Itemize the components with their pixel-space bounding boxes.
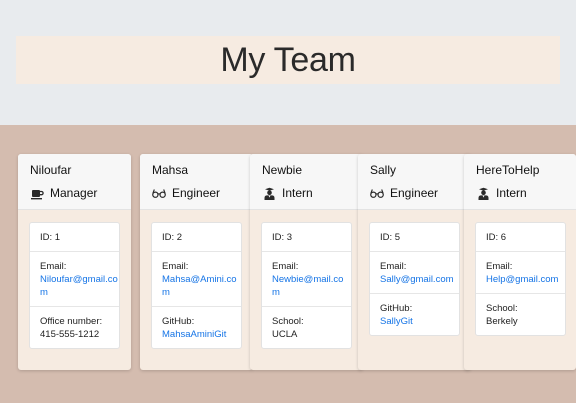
school-label: School:: [272, 316, 304, 327]
employee-role: Intern: [476, 184, 576, 202]
employee-details: ID: 6 Email: Help@gmail.com School: Berk…: [475, 222, 566, 336]
github-link[interactable]: SallyGit: [380, 316, 413, 327]
employee-details: ID: 5 Email: Sally@gmail.com GitHub: Sal…: [369, 222, 460, 336]
office-number: Office number: 415-555-1212: [30, 306, 119, 348]
card-header: Mahsa Engineer: [140, 154, 253, 210]
employee-details: ID: 3 Email: Newbie@mail.com School: UCL…: [261, 222, 352, 349]
employee-role: Engineer: [370, 184, 471, 202]
student-icon: [476, 186, 490, 200]
github: GitHub: MahsaAminiGit: [152, 306, 241, 348]
employee-name: Niloufar: [30, 163, 72, 177]
role-label: Engineer: [172, 186, 221, 200]
page-title: My Team: [220, 40, 356, 79]
office-number-label: Office number:: [40, 316, 103, 327]
school: School: Berkely: [476, 293, 565, 335]
employee-email: Email: Mahsa@Amini.com: [152, 251, 241, 306]
employee-id: ID: 2: [162, 232, 183, 243]
email-label: Email:: [486, 261, 513, 272]
employee-role: Manager: [30, 184, 131, 202]
email-link[interactable]: Help@gmail.com: [486, 274, 558, 285]
employee-id: ID: 1: [40, 232, 61, 243]
card-header: Niloufar Manager: [18, 154, 131, 210]
employee-email: Email: Newbie@mail.com: [262, 251, 351, 306]
employee-id: ID: 5: [380, 232, 401, 243]
school-value: UCLA: [272, 329, 298, 340]
github-link[interactable]: MahsaAminiGit: [162, 329, 226, 340]
team-cards: Niloufar Manager ID: 1 Email: Niloufar@g…: [0, 125, 576, 403]
school-value: Berkely: [486, 316, 518, 327]
github: GitHub: SallyGit: [370, 293, 459, 335]
card-header: Newbie Intern: [250, 154, 363, 210]
top-band: My Team: [0, 0, 576, 125]
role-label: Intern: [282, 186, 313, 200]
employee-email: Email: Niloufar@gmail.com: [30, 251, 119, 306]
github-label: GitHub:: [162, 316, 195, 327]
email-link[interactable]: Sally@gmail.com: [380, 274, 454, 285]
email-link[interactable]: Newbie@mail.com: [272, 274, 343, 298]
role-label: Engineer: [390, 186, 439, 200]
school-label: School:: [486, 303, 518, 314]
office-number-value: 415-555-1212: [40, 329, 100, 340]
employee-card-engineer: Mahsa Engineer ID: 2 Email: Mahsa@Amini.…: [140, 154, 253, 370]
employee-email: Email: Sally@gmail.com: [370, 251, 459, 293]
employee-email: Email: Help@gmail.com: [476, 251, 565, 293]
employee-name: Newbie: [262, 163, 303, 177]
glasses-icon: [370, 186, 384, 200]
page-header: My Team: [16, 36, 560, 84]
employee-role: Engineer: [152, 184, 253, 202]
employee-name: Sally: [370, 163, 397, 177]
glasses-icon: [152, 186, 166, 200]
employee-card-intern: Newbie Intern ID: 3 Email: Newbie@mail.c…: [250, 154, 363, 370]
employee-name: Mahsa: [152, 163, 189, 177]
email-label: Email:: [162, 261, 189, 272]
employee-card-engineer: Sally Engineer ID: 5 Email: Sally@gmail.…: [358, 154, 471, 370]
email-label: Email:: [272, 261, 299, 272]
coffee-cup-icon: [30, 186, 44, 200]
employee-details: ID: 2 Email: Mahsa@Amini.com GitHub: Mah…: [151, 222, 242, 349]
github-label: GitHub:: [380, 303, 413, 314]
role-label: Manager: [50, 186, 98, 200]
email-label: Email:: [380, 261, 407, 272]
employee-name: HereToHelp: [476, 163, 540, 177]
employee-id: ID: 6: [486, 232, 507, 243]
employee-role: Intern: [262, 184, 363, 202]
card-header: HereToHelp Intern: [464, 154, 576, 210]
role-label: Intern: [496, 186, 527, 200]
card-header: Sally Engineer: [358, 154, 471, 210]
employee-card-manager: Niloufar Manager ID: 1 Email: Niloufar@g…: [18, 154, 131, 370]
employee-id: ID: 3: [272, 232, 293, 243]
email-link[interactable]: Niloufar@gmail.com: [40, 274, 118, 298]
employee-card-intern: HereToHelp Intern ID: 6 Email: Help@gmai…: [464, 154, 576, 370]
employee-details: ID: 1 Email: Niloufar@gmail.com Office n…: [29, 222, 120, 349]
email-link[interactable]: Mahsa@Amini.com: [162, 274, 237, 298]
student-icon: [262, 186, 276, 200]
school: School: UCLA: [262, 306, 351, 348]
email-label: Email:: [40, 261, 67, 272]
